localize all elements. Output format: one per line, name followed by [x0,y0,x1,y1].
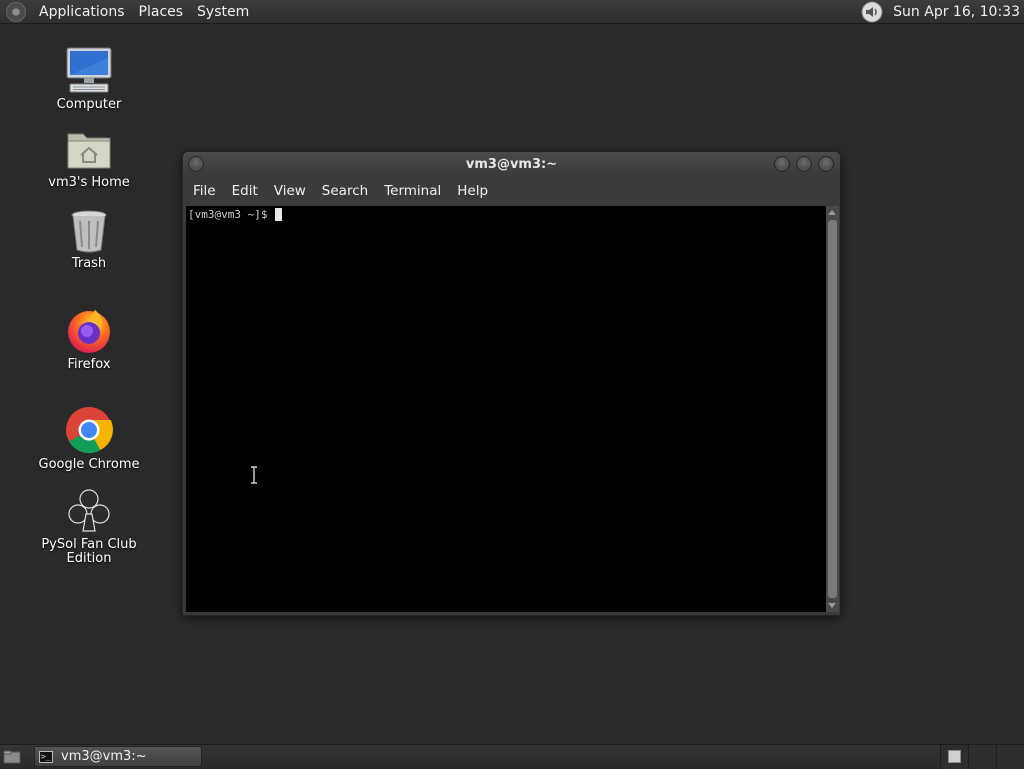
scroll-down-arrow-icon[interactable] [828,603,836,608]
terminal-icon: >_ [39,751,53,763]
desktop-icon-trash[interactable]: Trash [34,209,144,271]
workspace-window-mark [948,750,961,763]
text-cursor [275,208,282,221]
top-panel: Applications Places System Sun Apr 16, 1… [0,0,1024,24]
shell-prompt: [vm3@vm3 ~]$ [188,208,274,221]
club-cards-icon [67,488,111,534]
bottom-panel: >_ vm3@vm3:~ [0,744,1024,768]
desktop-icon-chrome[interactable]: Google Chrome [34,406,144,472]
close-button[interactable] [818,156,834,172]
desktop-icon-label: PySol Fan Club Edition [34,538,144,566]
workspace-switcher [940,745,1024,769]
desktop-icon-computer[interactable]: Computer [34,46,144,112]
desktop-icon-home[interactable]: vm3's Home [34,128,144,190]
workspace-1[interactable] [940,745,968,769]
menu-system[interactable]: System [190,4,256,20]
maximize-button[interactable] [796,156,812,172]
desktop-icon-label: vm3's Home [48,176,130,190]
gnome-foot-icon[interactable] [6,2,26,22]
chrome-icon [65,406,113,454]
terminal-scrollbar[interactable] [826,206,839,612]
menu-help[interactable]: Help [451,183,498,199]
home-folder-icon [66,128,112,172]
menu-applications[interactable]: Applications [32,4,132,20]
desktop-icon-pysol[interactable]: PySol Fan Club Edition [34,488,144,566]
desktop-icon-label: Firefox [67,358,110,372]
menu-edit[interactable]: Edit [226,183,268,199]
desktop-icon-firefox[interactable]: Firefox [34,306,144,372]
panel-tray: Sun Apr 16, 10:33 [861,0,1024,24]
workspace-2[interactable] [968,745,996,769]
desktop-icon-label: Computer [57,98,122,112]
menu-search[interactable]: Search [316,183,378,199]
terminal-menubar: File Edit View Search Terminal Help [183,177,840,205]
show-desktop-icon [3,750,21,764]
scroll-up-arrow-icon[interactable] [828,210,836,215]
workspace-3[interactable] [996,745,1024,769]
window-titlebar[interactable]: vm3@vm3:~ [183,152,840,177]
taskbar-button-label: vm3@vm3:~ [61,749,147,764]
trash-icon [69,209,109,253]
desktop-icon-label: Trash [72,257,106,271]
taskbar-button-terminal[interactable]: >_ vm3@vm3:~ [34,746,202,767]
menu-view[interactable]: View [268,183,316,199]
menu-terminal[interactable]: Terminal [378,183,451,199]
terminal-window[interactable]: vm3@vm3:~ File Edit View Search Terminal… [182,151,841,616]
prompt-line: [vm3@vm3 ~]$ [188,207,824,221]
terminal-output[interactable]: [vm3@vm3 ~]$ [186,206,826,612]
desktop-icon-label: Google Chrome [39,458,140,472]
window-title: vm3@vm3:~ [466,157,557,172]
window-menu-button[interactable] [188,156,204,172]
show-desktop-button[interactable] [0,746,24,768]
menu-places[interactable]: Places [132,4,191,20]
scrollbar-thumb[interactable] [828,220,837,598]
firefox-icon [65,306,113,354]
speaker-volume-icon[interactable] [861,1,883,23]
menu-file[interactable]: File [187,183,226,199]
computer-icon [64,46,114,94]
ibeam-cursor-icon [249,466,259,484]
clock[interactable]: Sun Apr 16, 10:33 [893,4,1024,20]
minimize-button[interactable] [774,156,790,172]
